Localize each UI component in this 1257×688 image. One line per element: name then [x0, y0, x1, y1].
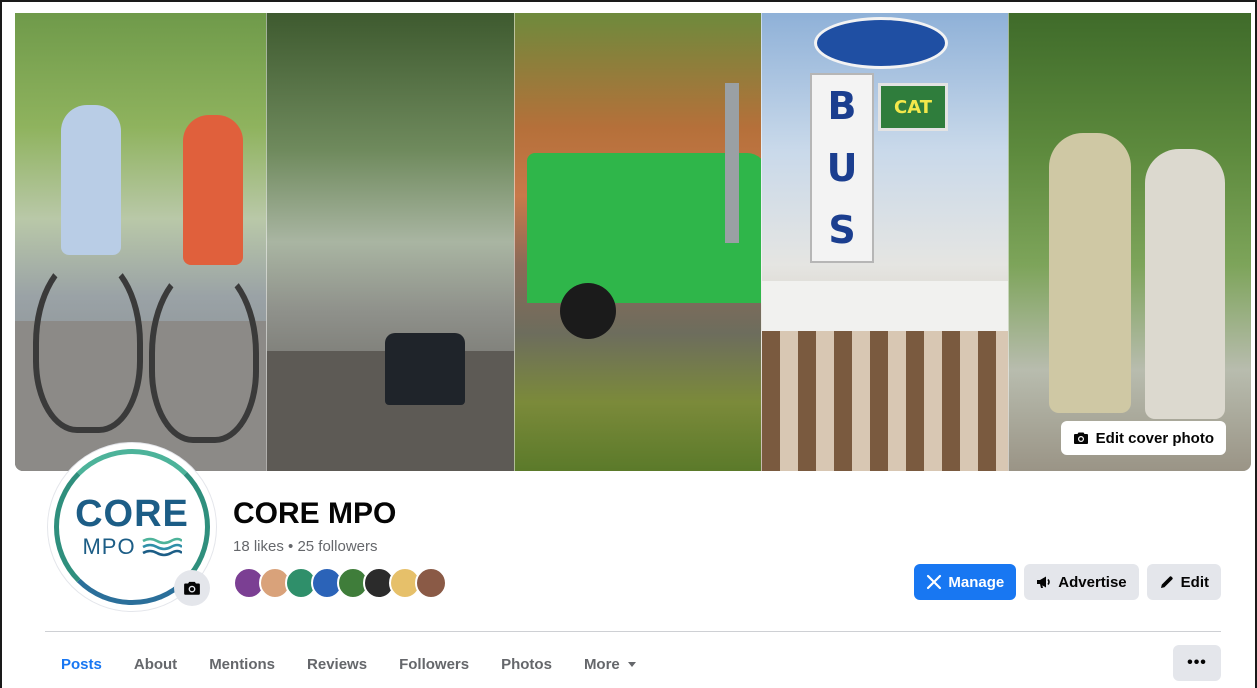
likes-followers-count[interactable]: 18 likes • 25 followers [233, 538, 378, 555]
logo-text-mpo: MPO [82, 534, 136, 559]
manage-icon [927, 574, 942, 590]
tab-label: Followers [399, 655, 470, 673]
greyhound-logo [814, 17, 948, 69]
logo-text-core: CORE [75, 493, 189, 535]
tab-label: Photos [501, 655, 552, 673]
rider [183, 115, 243, 265]
tab-label: More [583, 655, 620, 673]
pencil-icon [1160, 576, 1173, 588]
manage-button[interactable]: Manage [914, 564, 1017, 600]
cover-panel-bike-riders [15, 13, 266, 471]
tab-about[interactable]: About [118, 646, 193, 682]
more-options-button[interactable]: ••• [1173, 645, 1221, 681]
edit-cover-photo-button[interactable]: Edit cover photo [1060, 421, 1226, 455]
tab-reviews[interactable]: Reviews [291, 646, 383, 682]
tab-label: Posts [61, 655, 102, 673]
cat-badge: CAT [878, 83, 948, 131]
tab-more[interactable]: More [568, 646, 654, 682]
page-title: CORE MPO [233, 497, 397, 530]
tab-posts[interactable]: Posts [45, 646, 118, 682]
sign-letter: S [828, 208, 856, 252]
bicycle [33, 253, 143, 433]
cover-panel-bus-station: B U S CAT [761, 13, 1008, 471]
tab-label: Mentions [209, 655, 276, 673]
logo-bottom-row: MPO [82, 534, 182, 560]
follower-avatars[interactable] [233, 567, 447, 599]
rider [61, 105, 121, 255]
page-actions: Manage Advertise Edit [914, 564, 1221, 600]
manage-label: Manage [948, 573, 1005, 591]
advertise-label: Advertise [1058, 573, 1127, 591]
waves-icon [141, 537, 182, 557]
sign-letter: U [826, 146, 858, 190]
caret-down-icon [627, 662, 636, 667]
tab-label: Reviews [307, 655, 368, 673]
bus-sign: B U S [810, 73, 874, 263]
truck-wheel [560, 283, 616, 339]
person [1145, 149, 1225, 419]
car [385, 333, 465, 405]
tab-mentions[interactable]: Mentions [193, 646, 291, 682]
page-tabs: Posts About Mentions Reviews Followers P… [45, 646, 654, 682]
cover-photo[interactable]: B U S CAT [15, 13, 1251, 471]
follower-avatar[interactable] [415, 567, 447, 599]
person [1049, 133, 1131, 413]
tab-label: About [133, 655, 178, 673]
station-building [762, 331, 1008, 471]
exhaust-stack [725, 83, 739, 243]
camera-icon [184, 581, 200, 595]
cover-panel-elderly-couple [1008, 13, 1251, 471]
cover-panel-truck [514, 13, 761, 471]
tab-followers[interactable]: Followers [383, 646, 485, 682]
header-divider [45, 631, 1221, 632]
bicycle [149, 263, 259, 443]
camera-icon [1073, 432, 1088, 444]
tab-photos[interactable]: Photos [485, 646, 568, 682]
update-profile-picture-button[interactable] [174, 570, 210, 606]
cover-panel-tree-road [266, 13, 514, 471]
edit-cover-label: Edit cover photo [1095, 429, 1214, 447]
megaphone-icon [1037, 576, 1051, 588]
edit-page-button[interactable]: Edit [1146, 564, 1221, 600]
advertise-button[interactable]: Advertise [1024, 564, 1139, 600]
edit-label: Edit [1180, 573, 1209, 591]
sign-letter: B [827, 84, 857, 128]
station-roof [762, 281, 1008, 331]
